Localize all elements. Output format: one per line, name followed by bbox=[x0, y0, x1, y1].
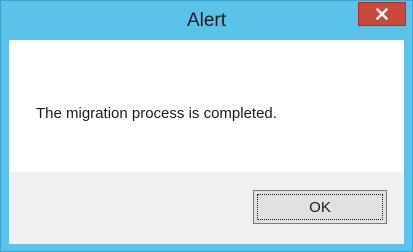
ok-button[interactable]: OK bbox=[253, 190, 387, 224]
dialog-body: The migration process is completed. OK bbox=[9, 40, 404, 244]
title-bar[interactable]: Alert bbox=[1, 1, 412, 40]
alert-window: Alert The migration process is completed… bbox=[0, 0, 413, 252]
alert-message: The migration process is completed. bbox=[36, 105, 277, 122]
button-bar: OK bbox=[9, 172, 404, 244]
window-title: Alert bbox=[186, 10, 227, 31]
close-button[interactable] bbox=[358, 2, 406, 26]
close-icon bbox=[376, 8, 388, 20]
